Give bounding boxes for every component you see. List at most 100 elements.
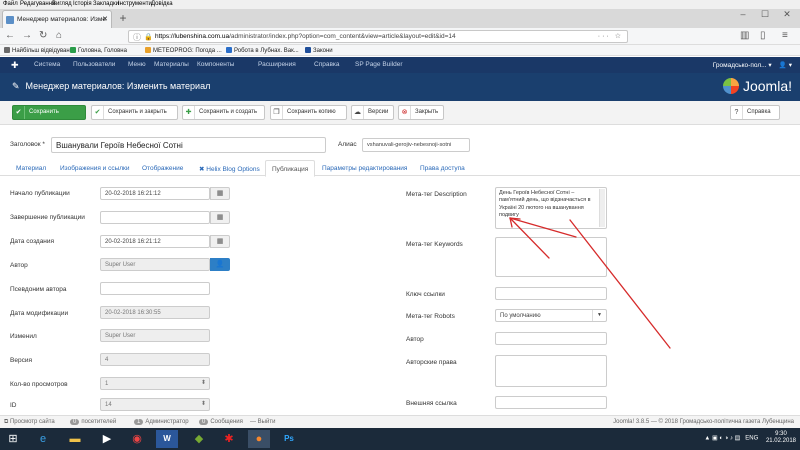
tray-icons[interactable]: ▲ ▣ ◐ ◑ ♪ ▤ (704, 436, 743, 442)
nav-users[interactable]: Пользователи (73, 61, 115, 68)
minimize-icon[interactable]: – (732, 9, 754, 19)
created-input[interactable]: 20-02-2018 16:21:12 (100, 235, 210, 248)
chrome-icon[interactable]: ◉ (126, 430, 148, 448)
bookmark-most-visited[interactable]: Найбільш відвідувані (4, 47, 71, 54)
save-close-button[interactable]: ✔ Сохранить и закрыть (91, 105, 178, 120)
nav-extensions[interactable]: Расширения (258, 61, 296, 68)
menu-history[interactable]: Історія (73, 1, 92, 7)
tab-helix-blog-options[interactable]: ✖ Helix Blog Options (199, 165, 260, 173)
select-user-icon[interactable]: 👤 (210, 258, 230, 271)
messages-badge[interactable]: 0 Сообщения (199, 419, 243, 425)
stepper-icon[interactable]: ⬍ (201, 400, 206, 407)
versions-button[interactable]: ☁ Версии (351, 105, 394, 120)
clock[interactable]: 9:30 21.02.2018 (766, 431, 796, 445)
browser-menu-icon[interactable]: ≡ (782, 30, 788, 41)
save-copy-button[interactable]: ❐ Сохранить копию (270, 105, 347, 120)
nav-system[interactable]: Система (34, 61, 60, 68)
language-indicator[interactable]: ENG (745, 436, 758, 442)
rights-textarea[interactable] (495, 355, 607, 387)
nav-menus[interactable]: Меню (128, 61, 146, 68)
app-red-icon[interactable]: ✱ (218, 430, 240, 448)
view-site-link[interactable]: ⧉ Просмотр сайта (4, 419, 57, 426)
tab-publishing[interactable]: Публикация (265, 160, 316, 177)
tab-editor-config[interactable]: Параметры редактирования (322, 165, 407, 172)
meta-author-input[interactable] (495, 332, 607, 345)
meta-robots-select[interactable]: По умолчанию ▼ (495, 309, 607, 322)
rights-label: Авторские права (406, 359, 457, 366)
joomla-small-logo-icon[interactable]: ✚ (11, 60, 21, 70)
ie-icon[interactable]: e (32, 430, 54, 448)
copy-icon: ❐ (271, 106, 283, 119)
menu-bookmarks[interactable]: Закладки (93, 1, 119, 7)
tab-content[interactable]: Материал (16, 165, 46, 172)
menu-tools[interactable]: Інструменти (118, 1, 152, 7)
bookmark-home[interactable]: Головна, Головна (70, 47, 127, 54)
menu-view[interactable]: Вигляд (52, 1, 72, 7)
check-icon: ✔ (92, 106, 104, 119)
modified-by-label: Изменил (10, 333, 37, 340)
close-tab-icon[interactable]: ✕ (102, 15, 108, 23)
help-button[interactable]: ? Справка (730, 105, 780, 120)
tab-options[interactable]: Отображение (142, 165, 183, 172)
created-by-alias-input[interactable] (100, 282, 210, 295)
menu-help[interactable]: Довідка (151, 1, 173, 7)
calendar-icon[interactable]: ▦ (210, 235, 230, 248)
windows-start-icon[interactable]: ⊞ (2, 430, 24, 448)
pencil-icon: ✎ (12, 81, 20, 91)
menu-file[interactable]: Файл (3, 1, 18, 7)
library-icon[interactable]: ▥ (740, 30, 749, 41)
textarea-scrollbar[interactable] (599, 189, 605, 227)
forward-icon[interactable]: → (22, 30, 32, 41)
publish-up-input[interactable]: 20-02-2018 16:21:12 (100, 187, 210, 200)
plus-icon: ✚ (183, 106, 195, 119)
calendar-icon[interactable]: ▦ (210, 211, 230, 224)
hits-label: Кол-во просмотров (10, 381, 68, 388)
home-icon[interactable]: ⌂ (56, 30, 62, 41)
bookmark-meteoprog[interactable]: МЕТЕОPROG: Погода ... (145, 47, 222, 54)
gear-icon (4, 47, 10, 53)
joomla-logo-icon (722, 78, 739, 94)
external-reference-input[interactable] (495, 396, 607, 409)
alias-label: Алиас (338, 141, 357, 148)
tab-permissions[interactable]: Права доступа (420, 165, 465, 172)
new-tab-icon[interactable]: + (116, 11, 130, 25)
meta-description-textarea[interactable]: День Героїв Небесної Сотні – пам'ятний д… (495, 187, 607, 229)
nav-content[interactable]: Материалы (154, 61, 189, 68)
bookmark-jobs[interactable]: Робота в Лубнах. Вак... (226, 47, 299, 54)
save-new-button[interactable]: ✚ Сохранить и создать (182, 105, 265, 120)
photoshop-icon[interactable]: Ps (278, 430, 300, 448)
app-icon[interactable]: ◆ (188, 430, 210, 448)
alias-input[interactable]: vshanuvali-gerojiv-nebesnoji-sotni (362, 138, 470, 152)
sidebar-icon[interactable]: ▯ (760, 30, 766, 41)
word-icon[interactable]: W (156, 430, 178, 448)
close-button[interactable]: ⊗ Закрыть (398, 105, 444, 120)
save-button[interactable]: ✔ Сохранить (12, 105, 86, 120)
nav-sp-page-builder[interactable]: SP Page Builder (355, 61, 403, 68)
nav-components[interactable]: Компоненты (197, 61, 234, 68)
key-reference-input[interactable] (495, 287, 607, 300)
media-player-icon[interactable]: ▶ (96, 430, 118, 448)
url-bar[interactable]: ⓘ 🔒 https://lubenshina.com.ua/administra… (128, 30, 628, 43)
logout-link[interactable]: — Выйти (250, 419, 275, 425)
firefox-icon[interactable]: ● (248, 430, 270, 448)
file-explorer-icon[interactable]: ▬ (64, 430, 86, 448)
maximize-icon[interactable]: ☐ (754, 9, 776, 20)
reload-icon[interactable]: ↻ (39, 30, 47, 41)
stepper-icon[interactable]: ⬍ (201, 379, 206, 386)
title-input[interactable]: Вшанували Героїв Небесної Сотні (51, 137, 326, 153)
publish-down-input[interactable] (100, 211, 210, 224)
page-actions-icon[interactable]: ··· ☆ (598, 32, 623, 40)
site-name-link[interactable]: Громадсько-пол... ▾ 👤 ▾ (713, 61, 792, 69)
info-icon[interactable]: ⓘ (133, 32, 141, 42)
nav-help[interactable]: Справка (314, 61, 340, 68)
menu-edit[interactable]: Редагування (20, 1, 55, 7)
calendar-icon[interactable]: ▦ (210, 187, 230, 200)
browser-tab[interactable]: Менеджер материалов: Изме ✕ (2, 10, 112, 28)
bookmark-laws[interactable]: Закони (305, 47, 333, 54)
tab-images-links[interactable]: Изображения и ссылки (60, 165, 130, 172)
browser-menu-bar: Файл Редагування Вигляд Історія Закладки… (0, 0, 800, 9)
user-icon[interactable]: 👤 ▾ (779, 62, 792, 69)
meta-keywords-textarea[interactable] (495, 237, 607, 277)
close-window-icon[interactable]: ✕ (776, 9, 798, 20)
back-icon[interactable]: ← (5, 30, 15, 41)
